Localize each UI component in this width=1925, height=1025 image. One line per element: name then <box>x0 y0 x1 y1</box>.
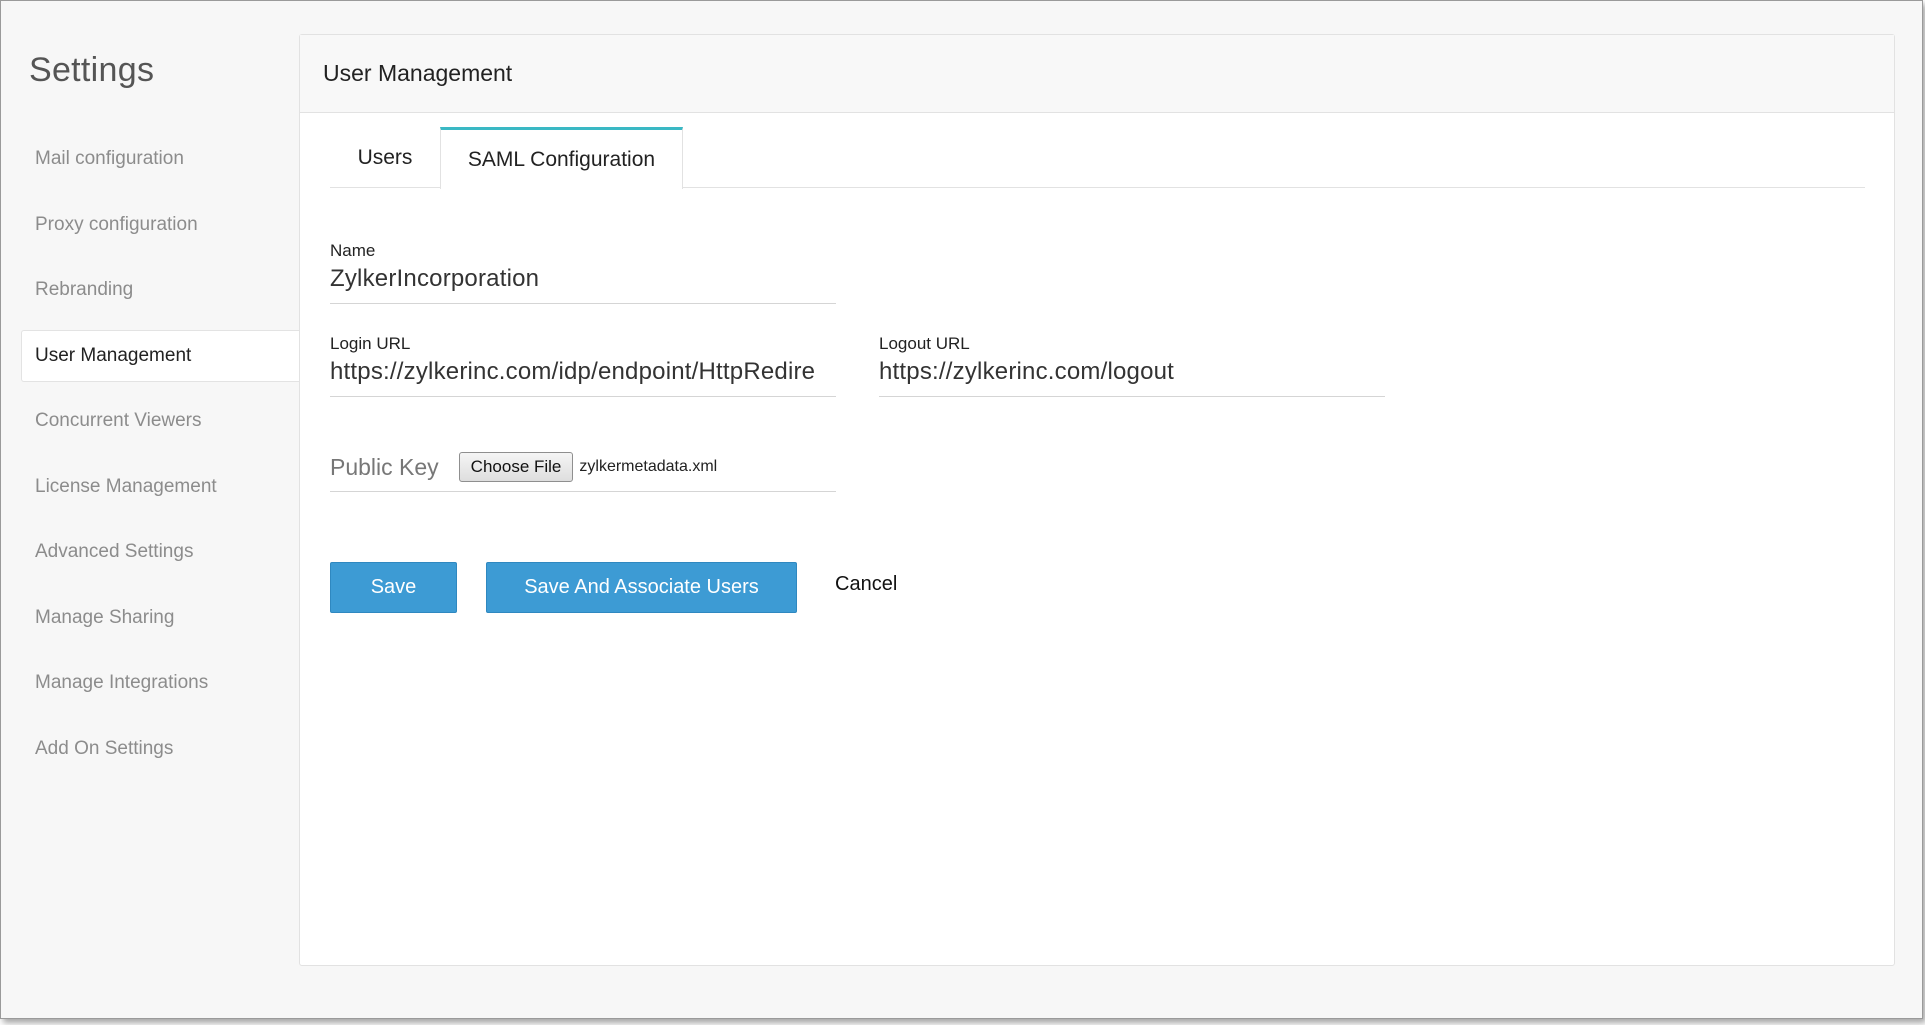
nav-item-mail-configuration[interactable]: Mail configuration <box>21 133 299 185</box>
app-window: Settings Mail configuration Proxy config… <box>0 0 1923 1019</box>
public-key-label: Public Key <box>330 454 439 480</box>
nav-item-manage-integrations[interactable]: Manage Integrations <box>21 657 299 709</box>
name-label: Name <box>330 241 376 260</box>
logout-url-label: Logout URL <box>879 334 970 353</box>
tab-users[interactable]: Users <box>330 127 440 188</box>
nav-item-manage-sharing[interactable]: Manage Sharing <box>21 592 299 644</box>
login-url-label: Login URL <box>330 334 411 353</box>
selected-file-name: zylkermetadata.xml <box>579 458 718 475</box>
nav-item-advanced-settings[interactable]: Advanced Settings <box>21 526 299 578</box>
tab-bar: Users SAML Configuration <box>330 127 1865 189</box>
nav-item-rebranding[interactable]: Rebranding <box>21 264 299 316</box>
nav-item-license-management[interactable]: License Management <box>21 461 299 513</box>
sidebar: Settings Mail configuration Proxy config… <box>1 1 299 1018</box>
login-url-input[interactable] <box>330 358 836 397</box>
choose-file-button[interactable]: Choose File <box>458 452 574 482</box>
public-key-row: Public Key Choose File zylkermetadata.xm… <box>330 452 836 492</box>
nav-item-user-management[interactable]: User Management <box>21 329 299 382</box>
save-button[interactable]: Save <box>330 562 457 613</box>
content-panel: User Management Users SAML Configuration <box>299 34 1895 966</box>
save-and-associate-users-button[interactable]: Save And Associate Users <box>486 562 797 613</box>
panel-title: User Management <box>300 35 1894 113</box>
logout-url-input[interactable] <box>879 358 1385 397</box>
cancel-button[interactable]: Cancel <box>835 573 897 596</box>
nav-item-concurrent-viewers[interactable]: Concurrent Viewers <box>21 395 299 447</box>
logout-url-field-group: Logout URL <box>879 334 1385 397</box>
name-field-group: Name <box>330 241 836 304</box>
nav-item-proxy-configuration[interactable]: Proxy configuration <box>21 199 299 251</box>
settings-nav: Mail configuration Proxy configuration R… <box>21 133 299 788</box>
login-url-field-group: Login URL <box>330 334 836 397</box>
settings-title: Settings <box>29 51 155 89</box>
name-input[interactable] <box>330 265 836 304</box>
tab-saml-configuration[interactable]: SAML Configuration <box>440 127 683 189</box>
nav-item-add-on-settings[interactable]: Add On Settings <box>21 723 299 775</box>
